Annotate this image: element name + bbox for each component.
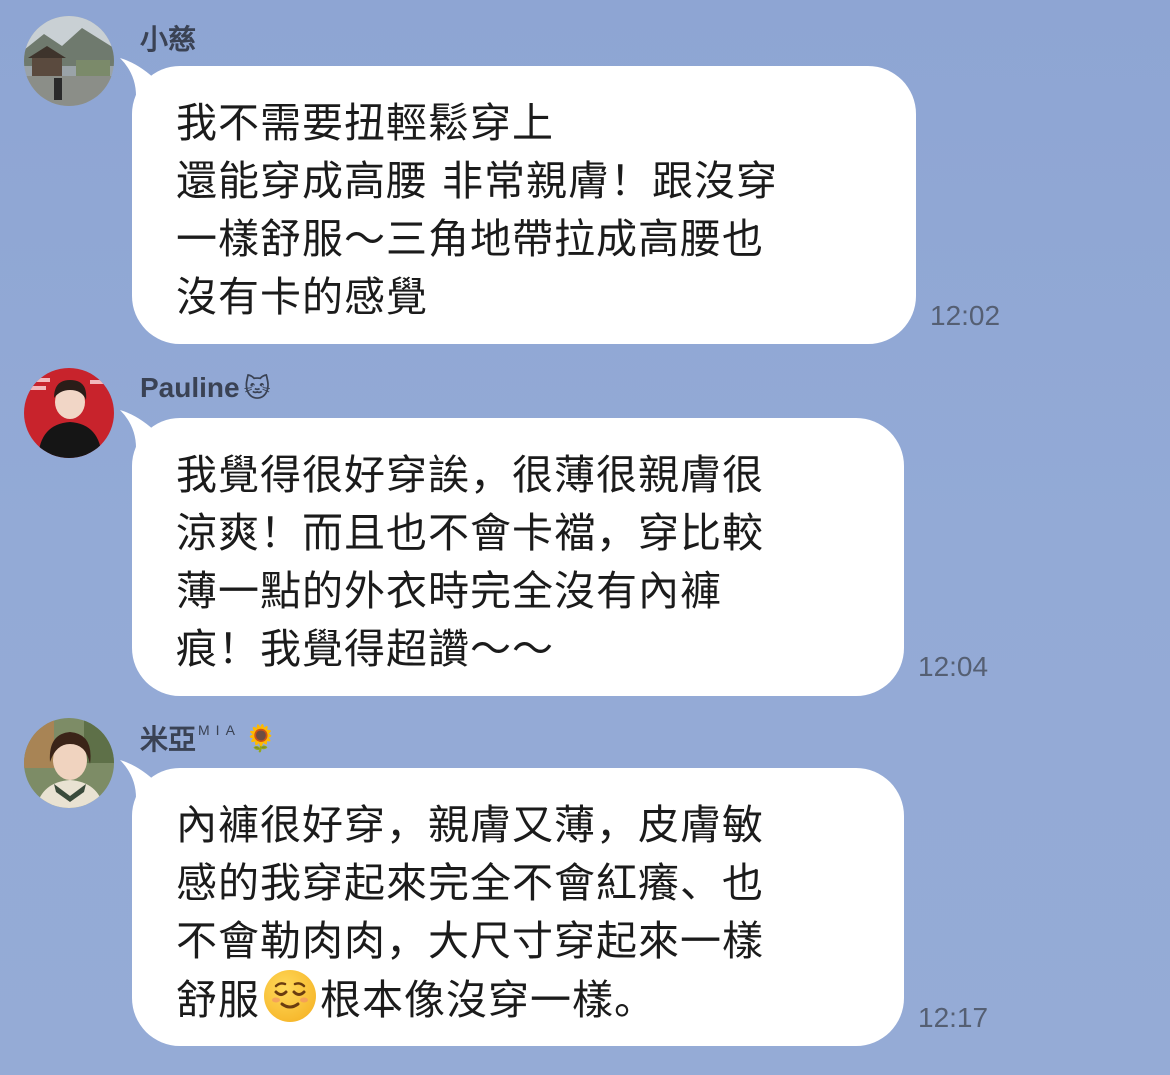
avatar-xiaoci[interactable] — [24, 16, 114, 106]
sender-name: 米亞 MIA 🌻 — [140, 718, 277, 758]
message-bubble[interactable]: 內褲很好穿，親膚又薄，皮膚敏 感的我穿起來完全不會紅癢、也 不會勒肉肉，大尺寸穿… — [132, 768, 904, 1046]
sender-name: 小慈 — [140, 18, 196, 58]
message-text-part-2: 根本像沒穿一樣。 — [320, 976, 656, 1024]
sender-name-text: 米亞 — [140, 724, 197, 755]
sender-name-text: Pauline — [140, 372, 240, 403]
sender-name: Pauline 🐱 — [140, 368, 271, 408]
message-time: 12:04 — [918, 651, 989, 682]
message-text: 內褲很好穿，親膚又薄，皮膚敏 感的我穿起來完全不會紅癢、也 不會勒肉肉，大尺寸穿… — [176, 796, 860, 1029]
message-text: 我不需要扭輕鬆穿上 還能穿成高腰 非常親膚！跟沒穿 一樣舒服～三角地帶拉成高腰也… — [176, 99, 779, 321]
avatar-mia[interactable] — [24, 718, 114, 808]
message-text: 我覺得很好穿誒，很薄很親膚很 涼爽！而且也不會卡襠，穿比較 薄一點的外衣時完全沒… — [176, 451, 764, 673]
message-bubble[interactable]: 我覺得很好穿誒，很薄很親膚很 涼爽！而且也不會卡襠，穿比較 薄一點的外衣時完全沒… — [132, 418, 904, 696]
avatar-pauline[interactable] — [24, 368, 114, 458]
relieved-face-emoji-icon — [264, 970, 316, 1022]
sender-name-text: 小慈 — [140, 24, 197, 55]
sender-name-suffix: MIA — [198, 722, 241, 738]
message-bubble[interactable]: 我不需要扭輕鬆穿上 還能穿成高腰 非常親膚！跟沒穿 一樣舒服～三角地帶拉成高腰也… — [132, 66, 916, 344]
message-time: 12:02 — [930, 300, 1001, 331]
message-time: 12:17 — [918, 1002, 989, 1033]
sunflower-emoji-icon: 🌻 — [244, 722, 278, 753]
cat-emoji-icon: 🐱 — [243, 372, 271, 403]
